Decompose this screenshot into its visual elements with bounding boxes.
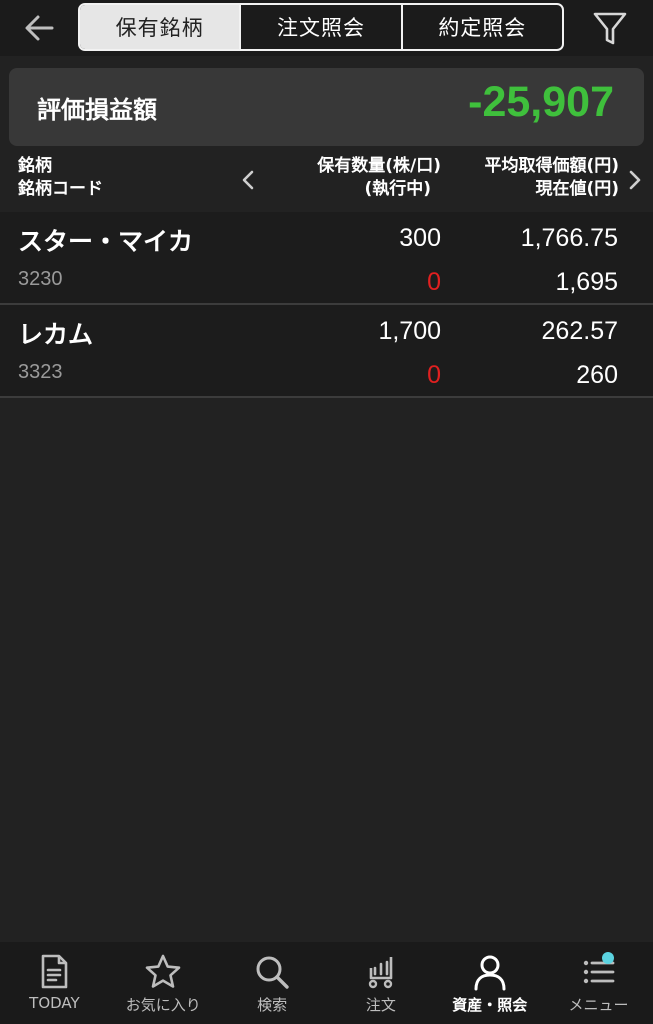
nav-search[interactable]: 検索 <box>218 942 327 1024</box>
nav-label: メニュー <box>568 996 629 1014</box>
scroll-left-button[interactable] <box>238 166 258 194</box>
nav-label: TODAY <box>29 994 80 1012</box>
person-icon <box>474 955 506 991</box>
search-icon <box>256 956 289 989</box>
cart-icon <box>368 957 393 989</box>
holdings-list: スター・マイカ 3230 300 0 1,766.75 1,695 レカム 33… <box>0 212 653 398</box>
header-name: 銘柄 <box>18 156 52 176</box>
holding-quantity: 1,700 <box>378 317 441 345</box>
scroll-right-button[interactable] <box>625 166 645 194</box>
header-pending: (執行中) <box>364 179 431 199</box>
nav-label: 資産・照会 <box>452 996 528 1014</box>
nav-favorites[interactable]: お気に入り <box>109 942 218 1024</box>
screen: 保有銘柄 注文照会 約定照会 評価損益額 -25,907 銘柄 銘柄コード 保有… <box>0 0 653 1024</box>
holding-quantity: 300 <box>399 224 441 252</box>
valuation-value: -25,907 <box>468 78 614 126</box>
header-code: 銘柄コード <box>18 179 103 199</box>
stock-code: 3323 <box>18 361 63 383</box>
header-current-price: 現在値(円) <box>535 179 619 199</box>
header-average-price: 平均取得価額(円) <box>484 156 619 176</box>
current-price: 260 <box>576 361 618 389</box>
stock-name: スター・マイカ <box>18 227 194 256</box>
current-price: 1,695 <box>555 268 618 296</box>
average-price: 1,766.75 <box>520 224 618 252</box>
nav-today[interactable]: TODAY <box>0 942 109 1024</box>
column-header: 銘柄 銘柄コード 保有数量(株/口) (執行中) 平均取得価額(円) 現在値(円… <box>0 150 653 212</box>
document-icon <box>42 954 68 989</box>
average-price: 262.57 <box>541 317 618 345</box>
stock-code: 3230 <box>18 268 63 290</box>
pending-quantity: 0 <box>427 268 441 296</box>
header-quantity: 保有数量(株/口) <box>317 156 441 176</box>
bottom-navigation: TODAY お気に入り 検索 注文 資産・照会 メニュー <box>0 942 653 1024</box>
valuation-summary-card: 評価損益額 -25,907 <box>9 68 644 146</box>
nav-assets[interactable]: 資産・照会 <box>435 942 544 1024</box>
holding-row[interactable]: レカム 3323 1,700 0 262.57 260 <box>0 305 653 398</box>
valuation-label: 評価損益額 <box>37 96 157 124</box>
nav-label: お気に入り <box>125 996 201 1014</box>
tab-order-inquiry[interactable]: 注文照会 <box>239 5 400 49</box>
nav-order[interactable]: 注文 <box>326 942 435 1024</box>
nav-label: 検索 <box>257 996 288 1014</box>
stock-name: レカム <box>18 320 94 349</box>
star-icon <box>145 954 181 988</box>
chevron-right-icon <box>629 170 641 190</box>
arrow-left-icon <box>25 15 54 41</box>
tab-bar: 保有銘柄 注文照会 約定照会 <box>78 3 564 51</box>
tab-holdings[interactable]: 保有銘柄 <box>80 5 240 49</box>
filter-button[interactable] <box>590 8 630 48</box>
pending-quantity: 0 <box>427 361 441 389</box>
nav-label: 注文 <box>365 996 396 1014</box>
chevron-left-icon <box>242 170 254 190</box>
back-button[interactable] <box>20 10 60 46</box>
top-bar: 保有銘柄 注文照会 約定照会 <box>0 0 653 56</box>
holding-row[interactable]: スター・マイカ 3230 300 0 1,766.75 1,695 <box>0 212 653 305</box>
nav-menu[interactable]: メニュー <box>544 942 653 1024</box>
filter-icon <box>593 12 627 45</box>
tab-execution-inquiry[interactable]: 約定照会 <box>400 5 562 49</box>
